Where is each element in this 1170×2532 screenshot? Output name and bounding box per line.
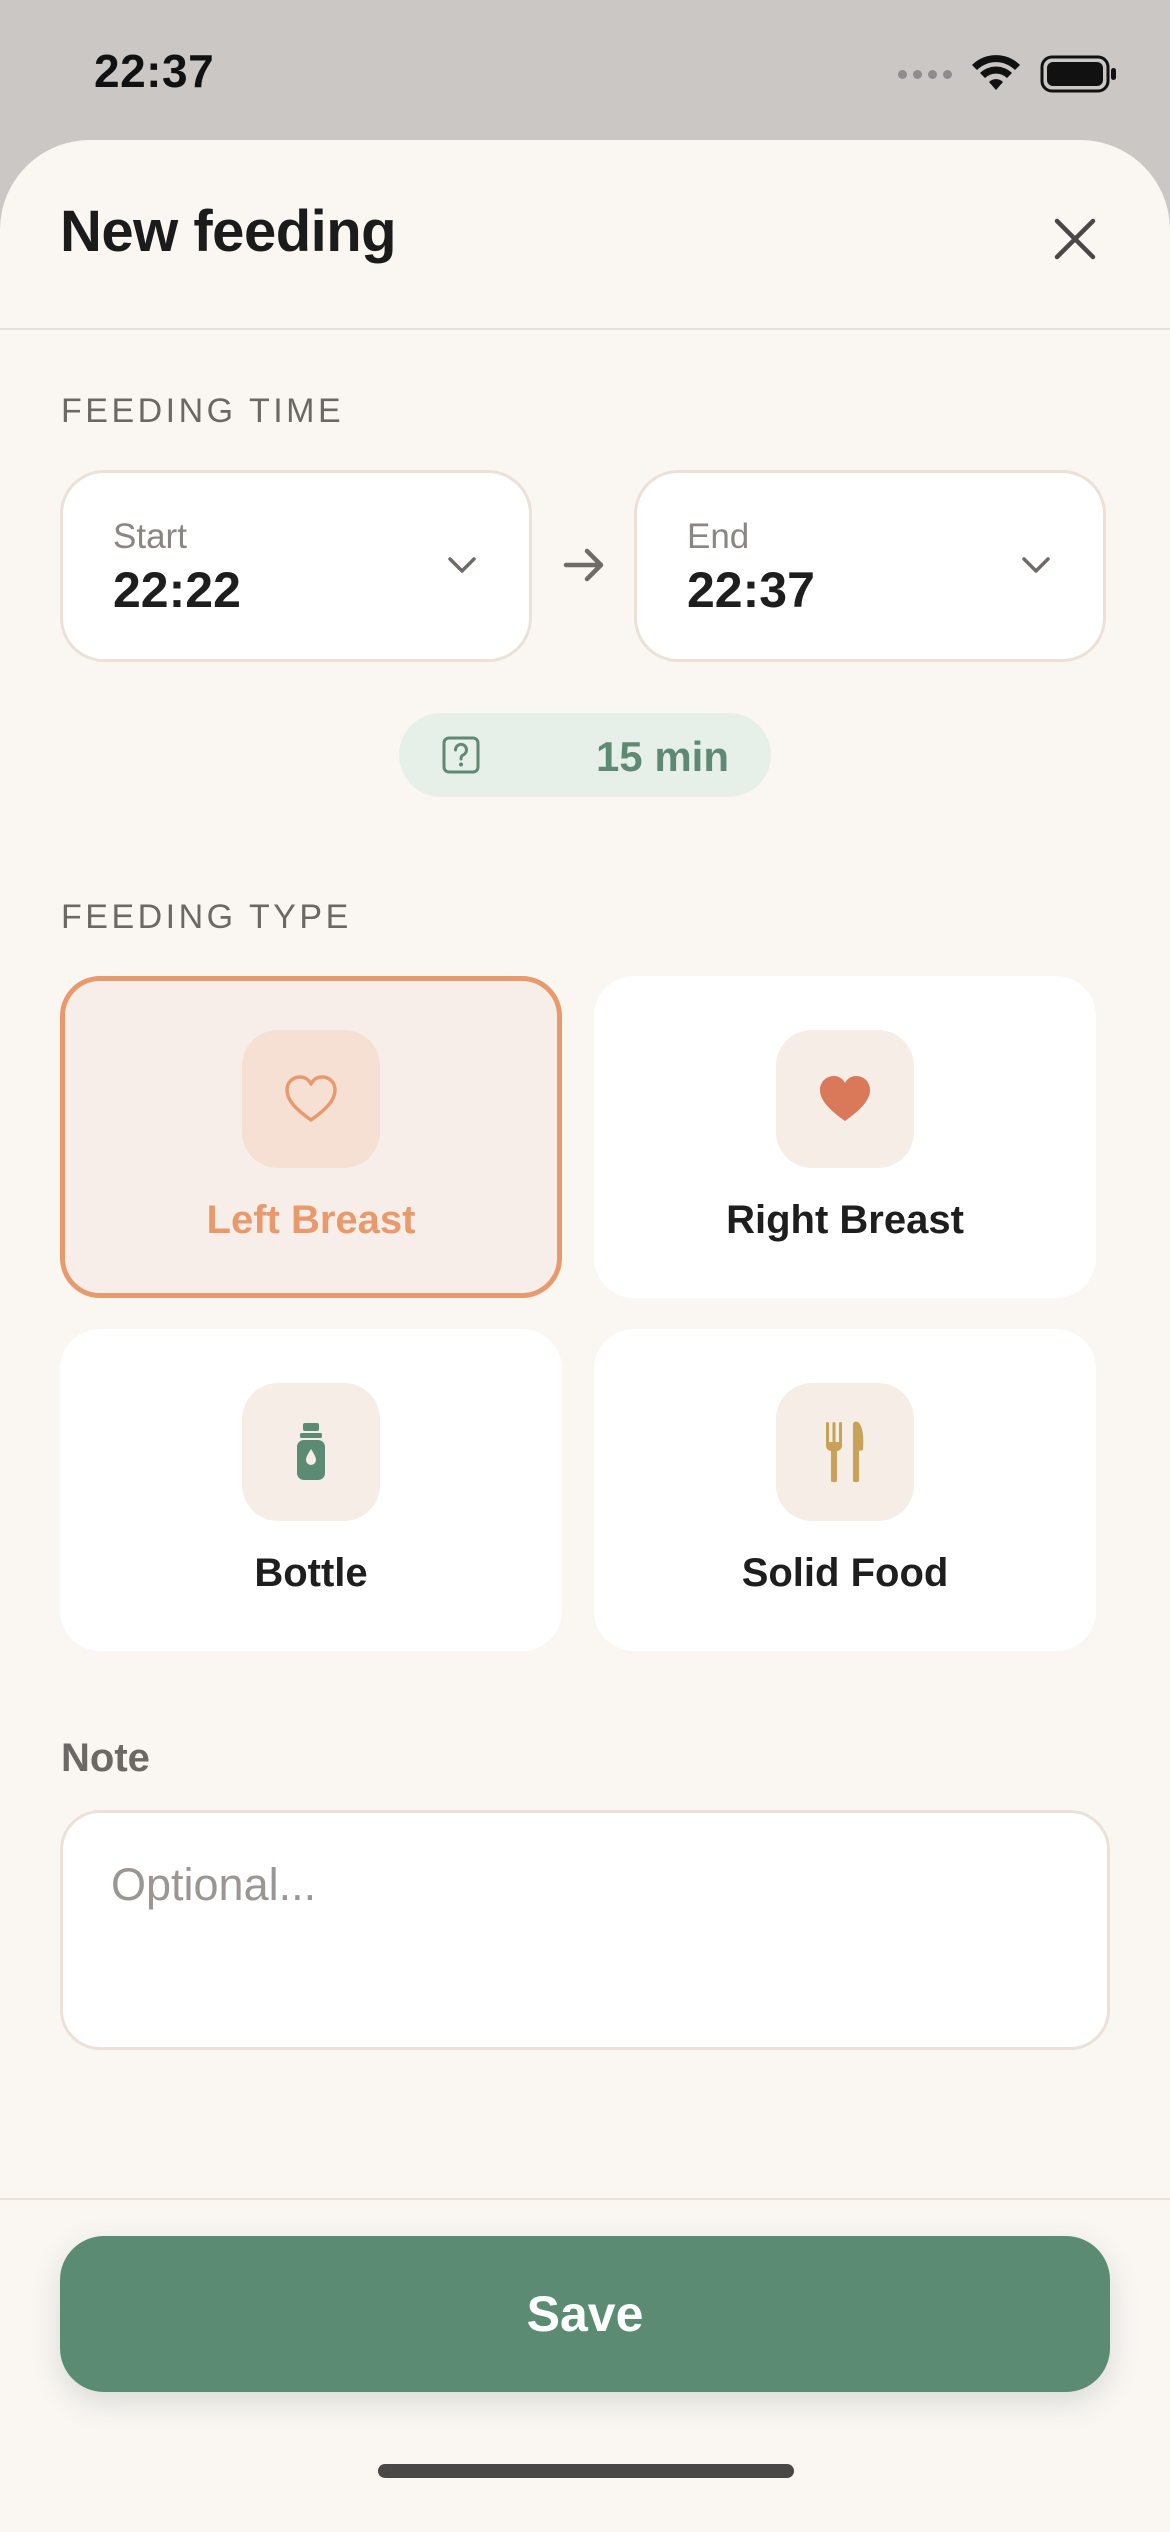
- duration-badge: 15 min: [399, 713, 771, 797]
- feeding-type-bottle[interactable]: Bottle: [60, 1329, 562, 1651]
- bottle-icon: [297, 1423, 325, 1480]
- end-time-picker[interactable]: End 22:37: [634, 470, 1106, 662]
- icon-tile: [776, 1383, 914, 1521]
- footer-divider: [0, 2198, 1170, 2200]
- duration-value: 15 min: [595, 733, 729, 780]
- note-label: Note: [61, 1736, 150, 1780]
- icon-tile: [242, 1030, 380, 1168]
- close-icon: [1054, 218, 1096, 260]
- feeding-type-label: Right Breast: [726, 1198, 964, 1242]
- heart-filled-icon: [820, 1076, 870, 1121]
- sheet-header: New feeding: [0, 140, 1170, 330]
- feeding-type-section-label: FEEDING TYPE: [61, 898, 352, 936]
- icon-tile: [776, 1030, 914, 1168]
- fork-knife-icon: [826, 1421, 864, 1483]
- feeding-type-left-breast[interactable]: Left Breast: [60, 976, 562, 1298]
- feeding-type-label: Left Breast: [206, 1198, 416, 1242]
- feeding-type-right-breast[interactable]: Right Breast: [594, 976, 1096, 1298]
- arrow-right-icon: [563, 548, 604, 582]
- feeding-type-label: Bottle: [254, 1551, 368, 1595]
- battery-icon: [1040, 55, 1116, 93]
- feeding-time-section-label: FEEDING TIME: [61, 392, 345, 430]
- end-time-label: End: [687, 517, 750, 556]
- icon-tile: [242, 1383, 380, 1521]
- feeding-type-solid-food[interactable]: Solid Food: [594, 1329, 1096, 1651]
- start-time-label: Start: [113, 517, 187, 556]
- chevron-down-icon: [448, 557, 476, 573]
- end-time-value: 22:37: [687, 562, 815, 618]
- sheet-title: New feeding: [60, 199, 397, 264]
- start-time-picker[interactable]: Start 22:22: [60, 470, 532, 662]
- heart-outline-icon: [285, 1075, 337, 1122]
- wifi-icon: [972, 55, 1020, 90]
- home-indicator: [378, 2464, 794, 2478]
- chevron-down-icon: [1022, 557, 1050, 573]
- note-input[interactable]: [60, 1810, 1110, 2050]
- feeding-type-label: Solid Food: [741, 1551, 949, 1595]
- new-feeding-sheet: New feeding FEEDING TIME Start 22:22 End…: [0, 140, 1170, 2532]
- start-time-value: 22:22: [113, 562, 241, 618]
- status-time: 22:37: [94, 45, 215, 97]
- status-bar: 22:37: [0, 0, 1170, 140]
- help-icon: [442, 736, 480, 774]
- save-button[interactable]: Save: [60, 2236, 1110, 2392]
- status-icons: [898, 54, 1118, 94]
- close-button[interactable]: [1040, 204, 1110, 274]
- cellular-signal-icon: [898, 69, 952, 79]
